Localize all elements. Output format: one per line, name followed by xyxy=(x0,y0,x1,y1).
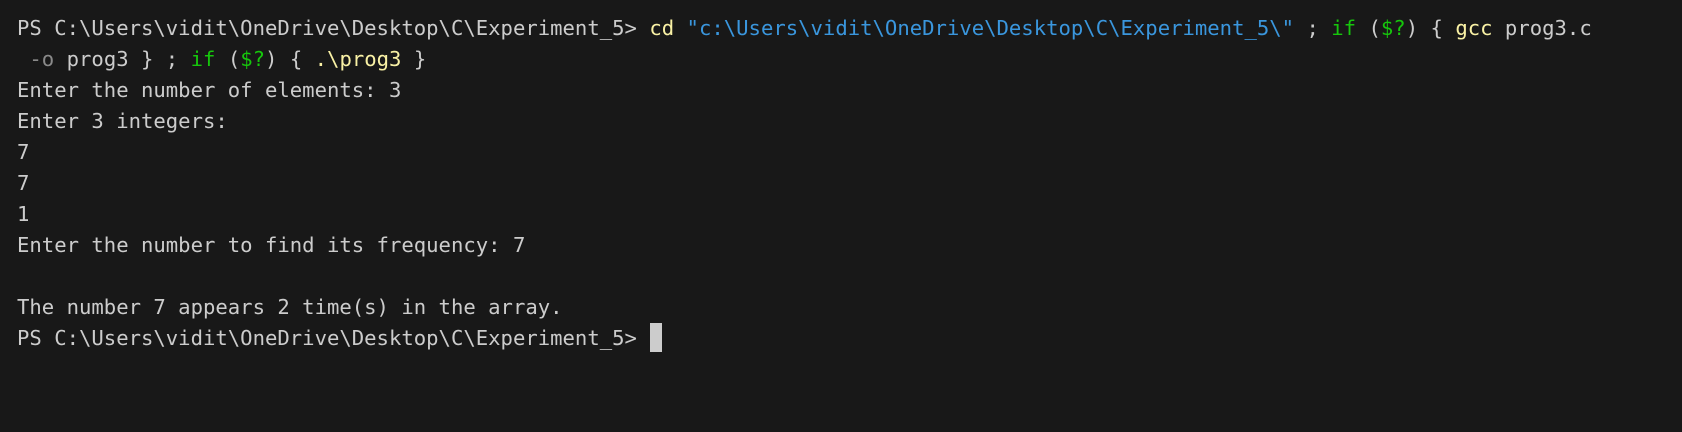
paren-open-2: ( xyxy=(215,47,241,71)
wrap-indent xyxy=(17,47,29,71)
output-line: Enter the number to find its frequency: … xyxy=(17,233,526,257)
final-prompt-line[interactable]: PS C:\Users\vidit\OneDrive\Desktop\C\Exp… xyxy=(17,323,1682,354)
prompt: PS C:\Users\vidit\OneDrive\Desktop\C\Exp… xyxy=(17,326,650,350)
paren-close-2: ) { xyxy=(265,47,315,71)
paren-close: ) { xyxy=(1405,16,1456,40)
output-line: 7 xyxy=(17,140,30,164)
output-line: 7 xyxy=(17,171,30,195)
if-keyword-2: if xyxy=(190,47,216,71)
cd-command: cd xyxy=(649,16,675,40)
output-line: Enter the number of elements: 3 xyxy=(17,78,402,102)
prompt: PS C:\Users\vidit\OneDrive\Desktop\C\Exp… xyxy=(17,16,650,40)
output-name: prog3 } ; xyxy=(54,47,191,71)
output-line: Enter 3 integers: xyxy=(17,109,228,133)
if-keyword: if xyxy=(1331,16,1357,40)
command-line-1: PS C:\Users\vidit\OneDrive\Desktop\C\Exp… xyxy=(17,13,1682,44)
block-end: } xyxy=(401,47,427,71)
run-command: .\prog3 xyxy=(314,47,402,71)
separator: ; xyxy=(1294,16,1332,40)
source-file: prog3.c xyxy=(1492,16,1592,40)
gcc-command: gcc xyxy=(1455,16,1493,40)
output-line: The number 7 appears 2 time(s) in the ar… xyxy=(17,295,563,319)
output-line: 1 xyxy=(17,202,30,226)
command-line-2: -o prog3 } ; if ($?) { .\prog3 } xyxy=(17,44,1682,75)
status-variable: $? xyxy=(1380,16,1406,40)
paren-open: ( xyxy=(1356,16,1381,40)
path-string: "c:\Users\vidit\OneDrive\Desktop\C\Exper… xyxy=(686,16,1295,40)
terminal-panel[interactable]: PS C:\Users\vidit\OneDrive\Desktop\C\Exp… xyxy=(0,0,1682,432)
text-cursor[interactable] xyxy=(650,323,663,352)
status-variable-2: $? xyxy=(240,47,266,71)
output-flag: -o xyxy=(29,47,55,71)
